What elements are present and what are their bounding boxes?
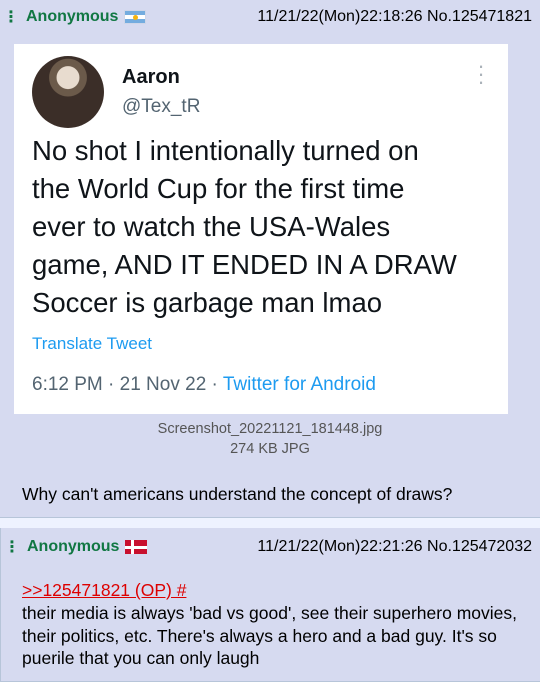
avatar — [32, 56, 104, 128]
post-datetime: 11/21/22(Mon)22:18:26 — [257, 8, 423, 25]
tweet-time: 6:12 PM · 21 Nov 22 · — [32, 374, 223, 395]
post-menu-icon[interactable]: ⋮ — [3, 537, 21, 557]
post-menu-icon[interactable]: ⋮ — [2, 7, 20, 27]
post-header: ⋮ Anonymous 11/21/22(Mon)22:21:26 No.125… — [1, 530, 540, 564]
translate-tweet-link: Translate Tweet — [32, 334, 153, 353]
tweet-author: Aaron — [122, 66, 180, 88]
poster-name: Anonymous — [27, 538, 120, 555]
post-comment: Why can't americans understand the conce… — [22, 484, 453, 504]
post-number[interactable]: No.125472032 — [427, 538, 532, 555]
tweet-source: Twitter for Android — [222, 374, 376, 395]
post-datetime: 11/21/22(Mon)22:21:26 — [257, 538, 423, 555]
post-op: ⋮ Anonymous 11/21/22(Mon)22:18:26 No.125… — [0, 0, 540, 518]
attached-image[interactable]: Aaron @Tex_tR · · · No shot I intentionall… — [14, 44, 508, 414]
post-meta: 11/21/22(Mon)22:18:26 No.125471821 — [257, 8, 532, 26]
reply-text: their media is always 'bad vs good', see… — [22, 603, 517, 668]
tweet-text: No shot I intentionally turned on the Wo… — [32, 135, 457, 318]
tweet-handle: @Tex_tR — [122, 96, 201, 117]
file-name[interactable]: Screenshot_20221121_181448.jpg — [0, 421, 540, 437]
more-icon: · · · — [477, 53, 485, 94]
post-meta: 11/21/22(Mon)22:21:26 No.125472032 — [257, 538, 532, 556]
post-number[interactable]: No.125471821 — [427, 8, 532, 25]
post-header: ⋮ Anonymous 11/21/22(Mon)22:18:26 No.125… — [0, 0, 540, 34]
quote-link[interactable]: >>125471821 (OP) # — [22, 580, 186, 601]
denmark-flag-icon — [125, 540, 148, 554]
poster-name: Anonymous — [26, 8, 119, 25]
tweet-footer: 6:12 PM · 21 Nov 22 · Twitter for Androi… — [32, 374, 376, 396]
file-size: 274 KB JPG — [230, 441, 310, 457]
argentina-flag-icon — [124, 10, 147, 24]
